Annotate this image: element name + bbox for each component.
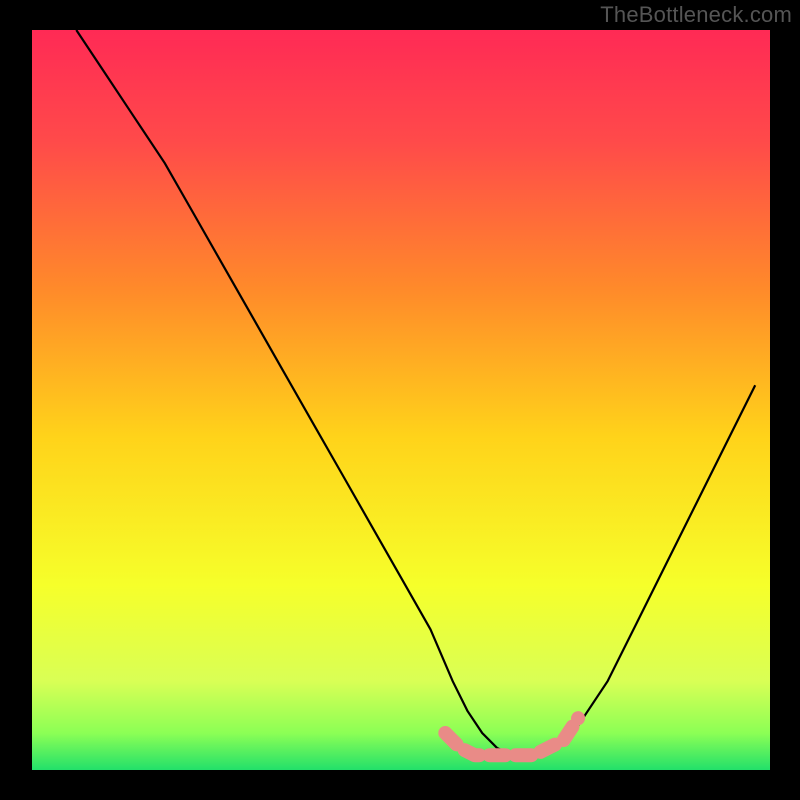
plot-background [32, 30, 770, 770]
watermark-text: TheBottleneck.com [600, 2, 792, 28]
bottleneck-chart [0, 0, 800, 800]
chart-frame: TheBottleneck.com [0, 0, 800, 800]
